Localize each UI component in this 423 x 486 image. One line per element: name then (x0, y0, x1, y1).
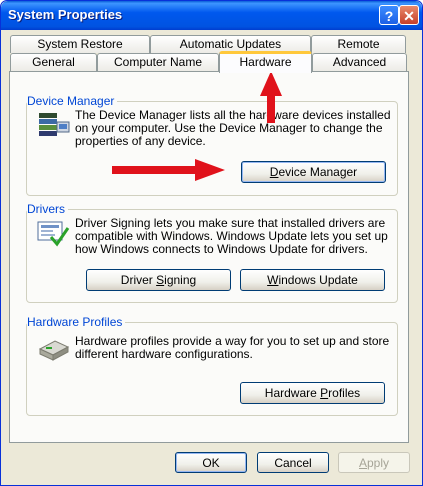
annotation-overlay (112, 71, 282, 181)
system-properties-window: System Properties ? ✕ System Restore Aut… (0, 0, 423, 486)
annotation-arrow-right-icon (112, 159, 225, 181)
tab-hardware[interactable]: Hardware (219, 51, 312, 73)
annotation-arrow-up-icon (260, 71, 282, 123)
